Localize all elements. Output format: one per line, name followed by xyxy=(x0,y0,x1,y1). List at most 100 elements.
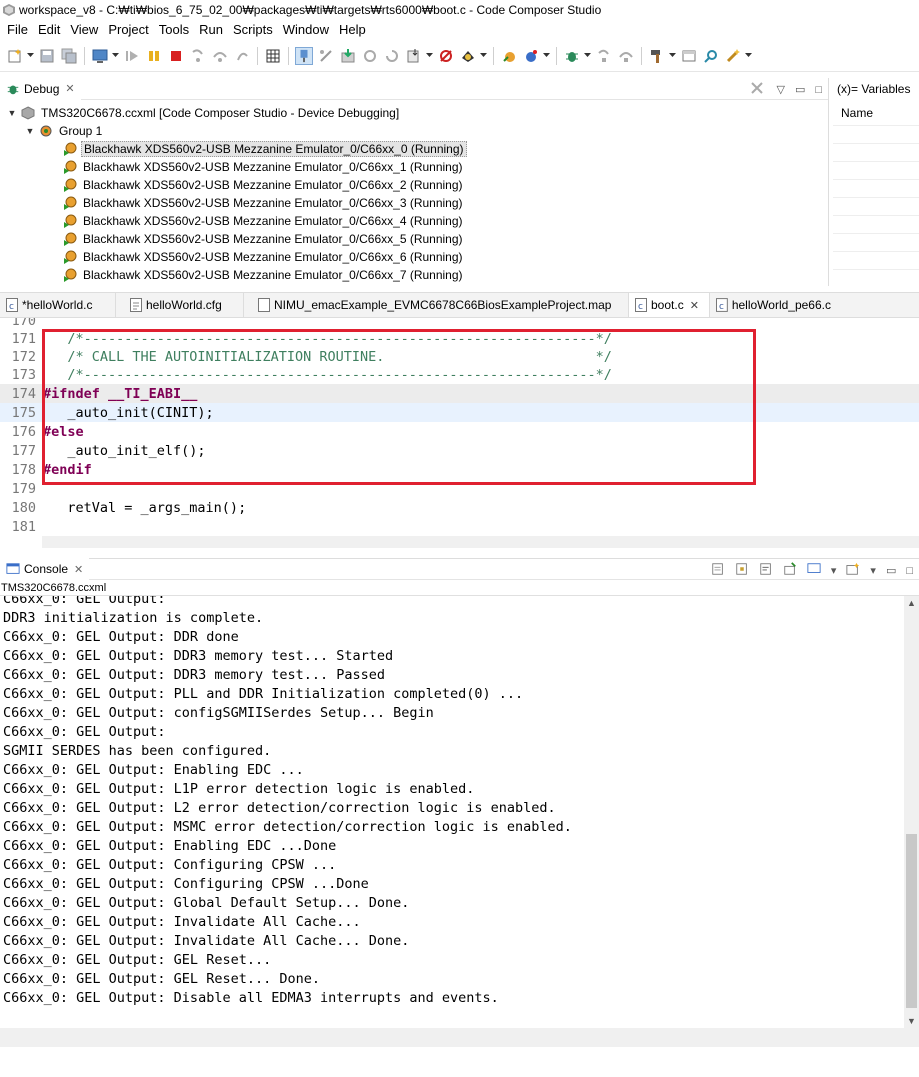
tab-variables[interactable]: (x)= Variables xyxy=(833,78,919,100)
save-all-icon[interactable] xyxy=(60,47,78,65)
step-over-icon[interactable] xyxy=(211,47,229,65)
debug-dropdown-icon[interactable] xyxy=(111,47,119,65)
chevron-down-icon[interactable]: ▼ xyxy=(24,125,36,137)
close-icon[interactable]: ✕ xyxy=(690,299,699,312)
menu-run[interactable]: Run xyxy=(194,22,228,37)
clock-dropdown-icon[interactable] xyxy=(479,47,487,65)
wand-dropdown-icon[interactable] xyxy=(744,47,752,65)
remove-all-terminated-icon[interactable] xyxy=(750,81,766,98)
scroll-up-icon[interactable]: ▲ xyxy=(904,596,919,610)
menu-view[interactable]: View xyxy=(65,22,103,37)
clock-icon[interactable] xyxy=(459,47,477,65)
close-icon[interactable]: ✕ xyxy=(74,563,83,576)
highlight-annotation-box xyxy=(42,329,756,485)
line-number: 178 xyxy=(11,461,36,478)
step-over-assembly-icon[interactable] xyxy=(617,47,635,65)
console-line: C66xx_0: GEL Output: Invalidate All Cach… xyxy=(3,913,361,930)
step-into-icon[interactable] xyxy=(189,47,207,65)
console-vertical-scrollbar[interactable]: ▲ ▼ xyxy=(904,596,919,1028)
code-editor[interactable]: 170 171 /*------------------------------… xyxy=(0,318,919,548)
hammer-dropdown-icon[interactable] xyxy=(668,47,676,65)
console-horizontal-scrollbar[interactable] xyxy=(0,1028,919,1047)
menu-window[interactable]: Window xyxy=(278,22,334,37)
tree-row-core[interactable]: Blackhawk XDS560v2-USB Mezzanine Emulato… xyxy=(0,158,828,176)
display-dropdown-icon[interactable]: ▾ xyxy=(831,564,837,577)
step-assembly-icon[interactable] xyxy=(595,47,613,65)
menu-help[interactable]: Help xyxy=(334,22,371,37)
minimize-icon[interactable]: ▭ xyxy=(795,83,805,96)
bug-icon[interactable] xyxy=(563,47,581,65)
bug-dropdown-icon[interactable] xyxy=(583,47,591,65)
console-view: Console ✕ ▾ ▾ ▭ □ TMS320C6678.ccxml C66x… xyxy=(0,558,919,1077)
scroll-down-icon[interactable]: ▼ xyxy=(904,1014,919,1028)
reset-icon[interactable] xyxy=(361,47,379,65)
build-icon[interactable] xyxy=(500,47,518,65)
running-core-icon xyxy=(64,178,77,192)
display-console-icon[interactable] xyxy=(807,562,821,579)
tree-row-core[interactable]: Blackhawk XDS560v2-USB Mezzanine Emulato… xyxy=(0,140,828,158)
menu-tools[interactable]: Tools xyxy=(154,22,194,37)
new-dropdown-icon[interactable] xyxy=(26,47,34,65)
menu-scripts[interactable]: Scripts xyxy=(228,22,278,37)
resume-icon[interactable] xyxy=(123,47,141,65)
view-menu-icon[interactable]: ▽ xyxy=(776,83,784,96)
editor-tab-helloworld-c[interactable]: c *helloWorld.c xyxy=(0,293,116,317)
word-wrap-icon[interactable] xyxy=(759,562,773,579)
load-dropdown-icon[interactable] xyxy=(425,47,433,65)
restart-icon[interactable] xyxy=(383,47,401,65)
minimize-icon[interactable]: ▭ xyxy=(886,564,896,577)
core-label: Blackhawk XDS560v2-USB Mezzanine Emulato… xyxy=(83,268,463,282)
column-header-name[interactable]: Name xyxy=(833,100,919,126)
scroll-lock-icon[interactable] xyxy=(735,562,749,579)
editor-tab-helloworld-pe66-c[interactable]: c helloWorld_pe66.c xyxy=(710,293,839,317)
new-icon[interactable] xyxy=(6,47,24,65)
editor-tab-boot-c[interactable]: c boot.c ✕ xyxy=(629,293,710,317)
breakpoint-icon[interactable] xyxy=(437,47,455,65)
editor-tab-map[interactable]: NIMU_emacExample_EVMC6678C66BiosExampleP… xyxy=(244,293,629,317)
close-icon[interactable]: ✕ xyxy=(65,82,74,95)
tab-debug-label: Debug xyxy=(24,81,60,96)
new-console-icon[interactable] xyxy=(846,562,860,579)
connect-target-icon[interactable] xyxy=(295,46,313,65)
console-output[interactable]: C66xx_0: GEL Output: DDR3 initialization… xyxy=(0,596,904,1026)
tree-row-core[interactable]: Blackhawk XDS560v2-USB Mezzanine Emulato… xyxy=(0,176,828,194)
chevron-down-icon[interactable]: ▼ xyxy=(6,107,18,119)
disconnect-icon[interactable] xyxy=(317,47,335,65)
tree-row-core[interactable]: Blackhawk XDS560v2-USB Mezzanine Emulato… xyxy=(0,194,828,212)
tree-row-core[interactable]: Blackhawk XDS560v2-USB Mezzanine Emulato… xyxy=(0,212,828,230)
debug-run-icon[interactable] xyxy=(522,47,540,65)
save-icon[interactable] xyxy=(38,47,56,65)
tree-row-session[interactable]: ▼ TMS320C6678.ccxml [Code Composer Studi… xyxy=(0,104,828,122)
suspend-icon[interactable] xyxy=(145,47,163,65)
maximize-icon[interactable]: □ xyxy=(815,84,822,96)
search-icon[interactable] xyxy=(702,47,720,65)
load-program-icon[interactable] xyxy=(339,47,357,65)
tree-row-core[interactable]: Blackhawk XDS560v2-USB Mezzanine Emulato… xyxy=(0,266,828,284)
menu-file[interactable]: File xyxy=(2,22,33,37)
terminate-icon[interactable] xyxy=(167,47,185,65)
maximize-icon[interactable]: □ xyxy=(906,565,913,577)
tab-console[interactable]: Console ✕ xyxy=(0,558,90,580)
console-line: C66xx_0: GEL Output: GEL Reset... xyxy=(3,951,272,968)
pin-console-icon[interactable] xyxy=(783,562,797,579)
memory-grid-icon[interactable] xyxy=(264,47,282,65)
tree-row-group[interactable]: ▼ Group 1 xyxy=(0,122,828,140)
tree-row-core[interactable]: Blackhawk XDS560v2-USB Mezzanine Emulato… xyxy=(0,248,828,266)
load-symbols-icon[interactable] xyxy=(405,47,423,65)
menu-project[interactable]: Project xyxy=(103,22,153,37)
open-perspective-icon[interactable] xyxy=(680,47,698,65)
wand-icon[interactable] xyxy=(724,47,742,65)
step-return-icon[interactable] xyxy=(233,47,251,65)
clear-console-icon[interactable] xyxy=(711,562,725,579)
scrollbar-thumb[interactable] xyxy=(906,834,917,1008)
tab-debug[interactable]: Debug ✕ xyxy=(0,77,81,100)
debug-run-dropdown-icon[interactable] xyxy=(542,47,550,65)
hammer-icon[interactable] xyxy=(648,47,666,65)
tree-row-core[interactable]: Blackhawk XDS560v2-USB Mezzanine Emulato… xyxy=(0,230,828,248)
editor-horizontal-scrollbar[interactable] xyxy=(42,536,919,548)
debug-tree: ▼ TMS320C6678.ccxml [Code Composer Studi… xyxy=(0,100,828,284)
new-console-dropdown-icon[interactable]: ▾ xyxy=(870,564,876,577)
menu-edit[interactable]: Edit xyxy=(33,22,65,37)
debug-perspective-icon[interactable] xyxy=(91,47,109,65)
editor-tab-helloworld-cfg[interactable]: helloWorld.cfg xyxy=(116,293,244,317)
